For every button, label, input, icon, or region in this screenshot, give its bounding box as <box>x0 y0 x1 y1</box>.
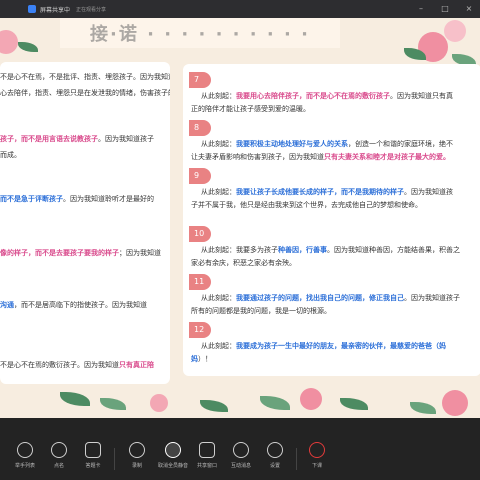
answer-card-button[interactable]: 答题卡 <box>76 442 110 469</box>
left-row: 像的样子，而不是去要孩子要我的样子；因为我知道 <box>0 249 161 257</box>
left-row: 心去陪伴，指责、埋怨只是在发泄我的情绪，伤害孩子的心 <box>0 89 170 97</box>
chat-icon <box>233 442 249 458</box>
end-class-button[interactable]: 下课 <box>300 442 334 469</box>
flower-decoration <box>444 20 466 42</box>
flower-decoration <box>442 390 468 416</box>
flower-decoration <box>150 394 168 412</box>
item-number-badge: 11 <box>189 274 211 290</box>
item-line: 从此刻起：我要通过孩子的问题，找出我自己的问题，修正我自己。因为我知道孩子 <box>201 294 460 302</box>
item-number-badge: 7 <box>189 72 211 88</box>
power-icon <box>309 442 325 458</box>
window-meta: 正在观看分享 <box>76 6 107 13</box>
item-line: 让夫妻矛盾影响和伤害到孩子，因为我知道只有夫妻关系和睦才是对孩子最大的爱。 <box>191 153 450 161</box>
slide-title: 接·诺 · · · · · · · · · · <box>90 24 310 45</box>
window-title: 屏幕共享中 <box>40 6 71 14</box>
messages-button[interactable]: 互动消息 <box>224 442 258 469</box>
meeting-toolbar: 举手列表 点名 答题卡 录制 取消全员静音 共享窗口 互动消息 设置 下课 <box>0 418 480 480</box>
item-line: 从此刻起：我要积极主动地处理好与爱人的关系，创造一个和谐的家庭环境，绝不 <box>201 140 453 148</box>
left-text-panel: 不是心不在焉，不是批评、指责、埋怨孩子。因为我知道只有耐 心去陪伴，指责、埋怨只… <box>0 62 170 384</box>
leaf-decoration <box>18 42 38 52</box>
item-line: 从此刻起：我要成为孩子一生中最好的朋友，最亲密的伙伴，最慈爱的爸爸（妈 <box>201 342 446 350</box>
leaf-decoration <box>200 400 228 412</box>
leaf-decoration <box>340 398 368 410</box>
app-icon <box>28 5 36 13</box>
flower-decoration <box>300 388 322 410</box>
leaf-decoration <box>100 398 126 410</box>
left-row: 不是心不在焉，不是批评、指责、埋怨孩子。因为我知道只有耐 <box>0 73 170 81</box>
left-row: 孩子，而不是用言语去说教孩子。因为我知道孩子 <box>0 135 154 143</box>
item-number-badge: 12 <box>189 322 211 338</box>
item-line: 从此刻起：我要多为孩子种善因，行善事。因为我知道种善因，方能结善果，积善之 <box>201 246 460 254</box>
share-window-button[interactable]: 共享窗口 <box>190 442 224 469</box>
gear-icon <box>267 442 283 458</box>
item-line: 子并不属于我，他只是经由我来到这个世界，去完成他自己的梦想和使命。 <box>191 201 422 209</box>
item-number-badge: 9 <box>189 168 211 184</box>
item-line: 从此刻起：我要让孩子长成他要长成的样子，而不是我期待的样子。因为我知道孩 <box>201 188 453 196</box>
unmute-all-button[interactable]: 取消全员静音 <box>156 442 190 469</box>
close-icon[interactable]: × <box>464 4 474 14</box>
window-controls: – □ × <box>416 4 474 14</box>
leaf-decoration <box>410 402 436 414</box>
card-icon <box>85 442 101 458</box>
hand-list-icon <box>17 442 33 458</box>
leaf-decoration <box>60 392 90 406</box>
shared-slide: 接·诺 · · · · · · · · · · 不是心不在焉，不是批评、指责、埋… <box>0 18 480 418</box>
pin-icon <box>51 442 67 458</box>
left-row: 而成。 <box>0 151 21 159</box>
record-button[interactable]: 录制 <box>120 442 154 469</box>
item-line: 所有的问题都是我的问题，我是一切的根源。 <box>191 307 331 315</box>
share-window-icon <box>199 442 215 458</box>
item-line: 正的陪伴才能让孩子感受到爱的温暖。 <box>191 105 310 113</box>
item-number-badge: 8 <box>189 120 211 136</box>
item-line: 家必有余庆，积恶之家必有余殃。 <box>191 259 296 267</box>
left-row: 而不是急于评断孩子。因为我知道聆听才是最好的 <box>0 195 154 203</box>
flower-decoration <box>0 30 18 54</box>
roll-call-button[interactable]: 点名 <box>42 442 76 469</box>
hand-list-button[interactable]: 举手列表 <box>8 442 42 469</box>
leaf-decoration <box>260 396 290 410</box>
record-icon <box>129 442 145 458</box>
left-row: 不是心不在焉的敷衍孩子。因为我知道只有真正陪 <box>0 361 154 369</box>
unmute-all-icon <box>165 442 181 458</box>
slide-title-band: 接·诺 · · · · · · · · · · <box>60 18 340 48</box>
left-row: 沟通，而不是居高临下的指使孩子。因为我知道 <box>0 301 147 309</box>
toolbar-divider <box>114 448 115 470</box>
item-line: 妈）！ <box>191 355 212 363</box>
item-number-badge: 10 <box>189 226 211 242</box>
toolbar-divider <box>296 448 297 470</box>
window-titlebar: 屏幕共享中 正在观看分享 – □ × <box>0 0 480 18</box>
maximize-icon[interactable]: □ <box>440 4 450 14</box>
settings-button[interactable]: 设置 <box>258 442 292 469</box>
right-text-panel: 7 从此刻起：我要用心去陪伴孩子，而不是心不在焉的敷衍孩子。因为我知道只有真 正… <box>183 64 480 376</box>
minimize-icon[interactable]: – <box>416 4 426 14</box>
item-line: 从此刻起：我要用心去陪伴孩子，而不是心不在焉的敷衍孩子。因为我知道只有真 <box>201 92 453 100</box>
